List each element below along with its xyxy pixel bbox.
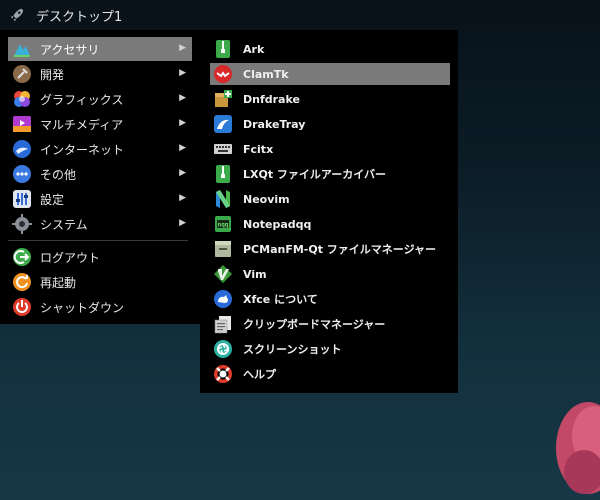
svg-text:nqq: nqq [218,222,229,229]
accessories-submenu: Ark ClamTk Dnfdrake DrakeTray Fcitx LXQt… [200,30,458,393]
file-manager-icon [215,241,231,257]
draketray-icon [214,115,232,133]
submenu-item-clipboard-manager[interactable]: クリップボードマネージャー [210,313,450,335]
logout-icon [13,248,31,266]
system-icon [12,214,32,234]
fcitx-keyboard-icon [214,144,232,154]
other-icon [13,165,31,183]
submenu-item-screenshot[interactable]: スクリーンショット [210,338,450,360]
menu-item-development[interactable]: 開発 ▶ [8,62,192,86]
submenu-item-neovim[interactable]: Neovim [210,188,450,210]
dnfdrake-icon [215,90,232,107]
submenu-item-ark[interactable]: Ark [210,38,450,60]
desktop-title: デスクトップ1 [36,9,123,25]
submenu-item-help[interactable]: ヘルプ [210,363,450,385]
menu-item-settings[interactable]: 設定 ▶ [8,187,192,211]
shutdown-icon [13,298,31,316]
submenu-item-about-xfce[interactable]: Xfce について [210,288,450,310]
submenu-arrow-icon: ▶ [179,93,186,103]
submenu-arrow-icon: ▶ [179,143,186,153]
menu-item-internet[interactable]: インターネット ▶ [8,137,192,161]
clamtk-icon [214,65,232,83]
submenu-arrow-icon: ▶ [179,118,186,128]
submenu-arrow-icon: ▶ [179,218,186,228]
submenu-arrow-icon: ▶ [179,168,186,178]
top-panel: デスクトップ1 [0,0,600,30]
reboot-icon [13,273,31,291]
ark-icon [216,40,230,58]
archiver-icon [216,165,230,183]
menu-item-shutdown[interactable]: シャットダウン [8,295,192,319]
application-menu: アクセサリ ▶ 開発 ▶ グラフィックス ▶ マルチメディア ▶ インターネット… [0,30,200,324]
menu-separator [8,240,188,241]
menu-item-multimedia[interactable]: マルチメディア ▶ [8,112,192,136]
submenu-item-draketray[interactable]: DrakeTray [210,113,450,135]
submenu-item-fcitx[interactable]: Fcitx [210,138,450,160]
help-icon [214,365,232,383]
menu-item-logout[interactable]: ログアウト [8,245,192,269]
graphics-icon [14,91,30,107]
submenu-arrow-icon: ▶ [179,193,186,203]
multimedia-icon [13,116,31,132]
neovim-icon [216,190,230,208]
submenu-item-dnfdrake[interactable]: Dnfdrake [210,88,450,110]
development-icon [13,65,31,83]
settings-icon [13,190,31,208]
menu-item-graphics[interactable]: グラフィックス ▶ [8,87,192,111]
xfce-icon [214,290,232,308]
clipboard-icon [214,316,231,334]
internet-icon [13,140,31,158]
menu-item-other[interactable]: その他 ▶ [8,162,192,186]
submenu-arrow-icon: ▶ [179,68,186,78]
screenshot-icon [214,340,232,358]
rocket-icon[interactable] [8,6,26,24]
menu-item-reboot[interactable]: 再起動 [8,270,192,294]
menu-item-system[interactable]: システム ▶ [8,212,192,236]
submenu-item-lxqt-archiver[interactable]: LXQt ファイルアーカイバー [210,163,450,185]
accessories-icon [14,44,30,57]
submenu-item-vim[interactable]: Vim [210,263,450,285]
wallpaper-flower [556,402,600,494]
submenu-item-clamtk[interactable]: ClamTk [210,63,450,85]
menu-item-accessories[interactable]: アクセサリ ▶ [8,37,192,61]
submenu-arrow-icon: ▶ [179,43,186,53]
notepadqq-icon: nqq [215,216,231,232]
vim-icon [214,265,232,283]
submenu-item-notepadqq[interactable]: nqq Notepadqq [210,213,450,235]
submenu-item-pcmanfm-qt[interactable]: PCManFM-Qt ファイルマネージャー [210,238,450,260]
